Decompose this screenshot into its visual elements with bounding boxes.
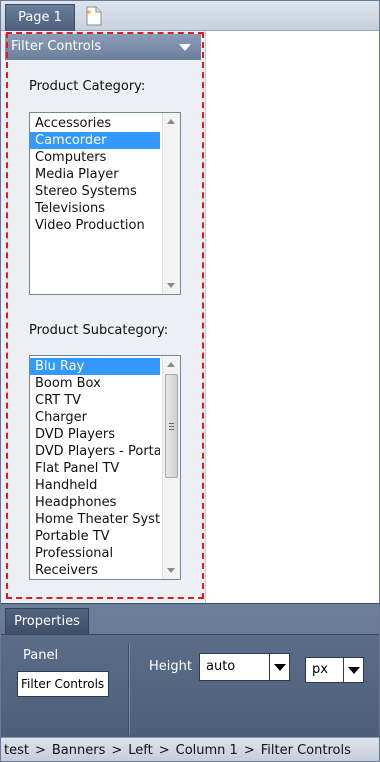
new-page-icon[interactable] xyxy=(85,6,103,26)
chevron-down-icon xyxy=(348,667,360,674)
breadcrumb: test > Banners > Left > Column 1 > Filter Contro… xyxy=(1,737,379,761)
breadcrumb-separator: > xyxy=(34,743,46,758)
unit-select[interactable]: px xyxy=(305,657,364,683)
breadcrumb-item[interactable]: Column 1 xyxy=(176,743,238,758)
breadcrumb-separator: > xyxy=(158,743,170,758)
tab-page-1[interactable]: Page 1 xyxy=(5,4,75,31)
properties-body: Panel Filter Controls Height auto px xyxy=(1,634,379,738)
height-value: auto xyxy=(206,659,236,674)
height-label: Height xyxy=(149,659,192,674)
selection-outline xyxy=(6,32,204,599)
breadcrumb-items: test > Banners > Left > Column 1 > Filter Contro… xyxy=(4,738,351,761)
chevron-down-icon xyxy=(274,664,286,671)
unit-dropdown-button[interactable] xyxy=(343,658,363,682)
breadcrumb-item[interactable]: Banners xyxy=(52,743,105,758)
divider xyxy=(128,643,130,735)
height-select[interactable]: auto xyxy=(199,653,290,681)
left-column: Filter Controls Product Category: Access… xyxy=(1,31,206,603)
breadcrumb-item[interactable]: Filter Controls xyxy=(261,743,351,758)
design-canvas: Filter Controls Product Category: Access… xyxy=(1,31,379,603)
breadcrumb-separator: > xyxy=(111,743,123,758)
app-window: Page 1 Filter Controls Product Category:… xyxy=(0,0,380,762)
panel-label: Panel xyxy=(23,648,59,663)
unit-value: px xyxy=(312,662,328,677)
properties-section: Properties Panel Filter Controls Height … xyxy=(1,603,379,738)
tab-properties[interactable]: Properties xyxy=(5,608,89,634)
breadcrumb-item[interactable]: test xyxy=(4,743,29,758)
breadcrumb-item[interactable]: Left xyxy=(128,743,152,758)
breadcrumb-separator: > xyxy=(243,743,255,758)
page-tab-bar: Page 1 xyxy=(1,1,379,31)
height-dropdown-button[interactable] xyxy=(269,654,289,680)
panel-name-field[interactable]: Filter Controls xyxy=(17,671,109,697)
